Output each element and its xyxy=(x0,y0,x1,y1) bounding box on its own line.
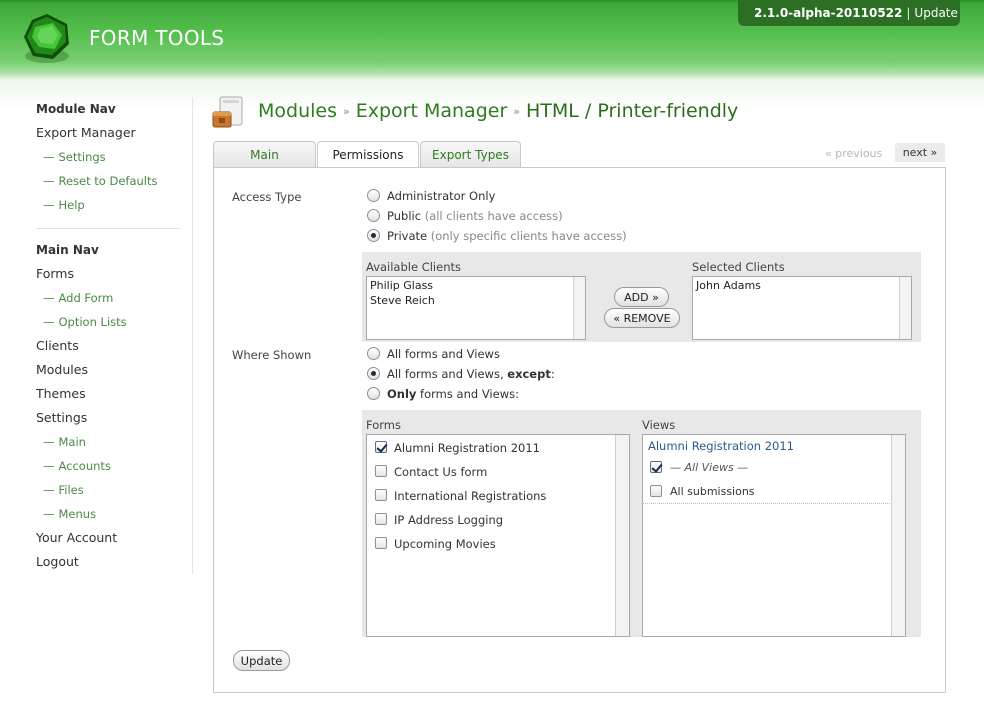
where-shown-label: Where Shown xyxy=(232,348,312,362)
tab-permissions[interactable]: Permissions xyxy=(317,141,419,168)
where-radio-only[interactable] xyxy=(367,387,380,400)
next-link[interactable]: next » xyxy=(895,143,945,162)
views-form-name: Alumni Registration 2011 xyxy=(648,439,794,453)
access-radio-public[interactable] xyxy=(367,209,380,222)
nav-clients[interactable]: Clients xyxy=(36,338,79,353)
logo-icon[interactable] xyxy=(20,11,74,65)
module-nav-heading: Module Nav xyxy=(36,102,116,116)
breadcrumb-separator: » xyxy=(513,105,520,118)
nav-add-form[interactable]: — Add Form xyxy=(43,291,113,305)
tab-export-types[interactable]: Export Types xyxy=(420,141,521,167)
access-type-label: Access Type xyxy=(232,190,302,204)
version-bar: 2.1.0-alpha-20110522 | Update xyxy=(738,0,960,26)
nav-your-account[interactable]: Your Account xyxy=(36,530,117,545)
previous-link: « previous xyxy=(825,147,883,160)
update-link[interactable]: Update xyxy=(914,6,957,20)
selected-clients-list[interactable]: John Adams xyxy=(692,276,912,340)
checkbox-alumni[interactable] xyxy=(375,441,387,453)
nav-help[interactable]: — Help xyxy=(43,198,85,212)
nav-settings-menus[interactable]: — Menus xyxy=(43,507,96,521)
list-item[interactable]: John Adams xyxy=(696,279,761,292)
scrollbar[interactable] xyxy=(891,435,905,636)
nav-forms[interactable]: Forms xyxy=(36,266,74,281)
where-radio-all[interactable] xyxy=(367,347,380,360)
breadcrumb-separator: » xyxy=(343,105,350,118)
nav-settings-files[interactable]: — Files xyxy=(43,483,84,497)
nav-reset-to-defaults[interactable]: — Reset to Defaults xyxy=(43,174,158,188)
view-divider xyxy=(643,503,890,504)
where-radio-except[interactable] xyxy=(367,367,380,380)
scrollbar[interactable] xyxy=(899,277,911,339)
forms-title: Forms xyxy=(366,418,401,432)
nav-logout[interactable]: Logout xyxy=(36,554,79,569)
nav-settings-module[interactable]: — Settings xyxy=(43,150,106,164)
main-nav-heading: Main Nav xyxy=(36,243,99,257)
nav-settings-main[interactable]: — Main xyxy=(43,435,86,449)
tab-main[interactable]: Main xyxy=(213,141,316,167)
access-radio-admin[interactable] xyxy=(367,189,380,202)
selected-clients-title: Selected Clients xyxy=(692,260,785,274)
nav-separator xyxy=(192,97,193,574)
list-item[interactable]: Steve Reich xyxy=(370,294,435,307)
checkbox-movies[interactable] xyxy=(375,537,387,549)
add-client-button[interactable]: ADD » xyxy=(614,287,669,307)
available-clients-title: Available Clients xyxy=(366,260,461,274)
nav-option-lists[interactable]: — Option Lists xyxy=(43,315,127,329)
remove-client-button[interactable]: « REMOVE xyxy=(604,308,680,328)
nav-export-manager[interactable]: Export Manager xyxy=(36,125,136,140)
checkbox-ip-logging[interactable] xyxy=(375,513,387,525)
breadcrumb: Modules » Export Manager » HTML / Printer-fr… xyxy=(258,100,738,122)
nav-settings[interactable]: Settings xyxy=(36,410,87,425)
nav-modules[interactable]: Modules xyxy=(36,362,88,377)
header-fade xyxy=(0,72,984,80)
version-number: 2.1.0-alpha-20110522 xyxy=(754,6,903,20)
breadcrumb-export-manager[interactable]: Export Manager xyxy=(356,100,508,122)
page-title: HTML / Printer-friendly xyxy=(526,100,739,122)
logo-text: FORM TOOLS xyxy=(89,26,225,50)
checkbox-all-views[interactable] xyxy=(650,461,662,473)
checkbox-all-submissions[interactable] xyxy=(650,485,662,497)
nav-themes[interactable]: Themes xyxy=(36,386,86,401)
checkbox-international[interactable] xyxy=(375,489,387,501)
module-icon xyxy=(212,96,243,128)
access-radio-private[interactable] xyxy=(367,229,380,242)
checkbox-contact[interactable] xyxy=(375,465,387,477)
available-clients-list[interactable]: Philip Glass Steve Reich xyxy=(366,276,586,340)
scrollbar[interactable] xyxy=(615,435,629,636)
nav-settings-accounts[interactable]: — Accounts xyxy=(43,459,111,473)
views-title: Views xyxy=(642,418,676,432)
breadcrumb-modules[interactable]: Modules xyxy=(258,100,337,122)
list-item[interactable]: Philip Glass xyxy=(370,279,433,292)
nav-divider xyxy=(36,228,181,229)
scrollbar[interactable] xyxy=(573,277,585,339)
update-button[interactable]: Update xyxy=(233,650,290,671)
